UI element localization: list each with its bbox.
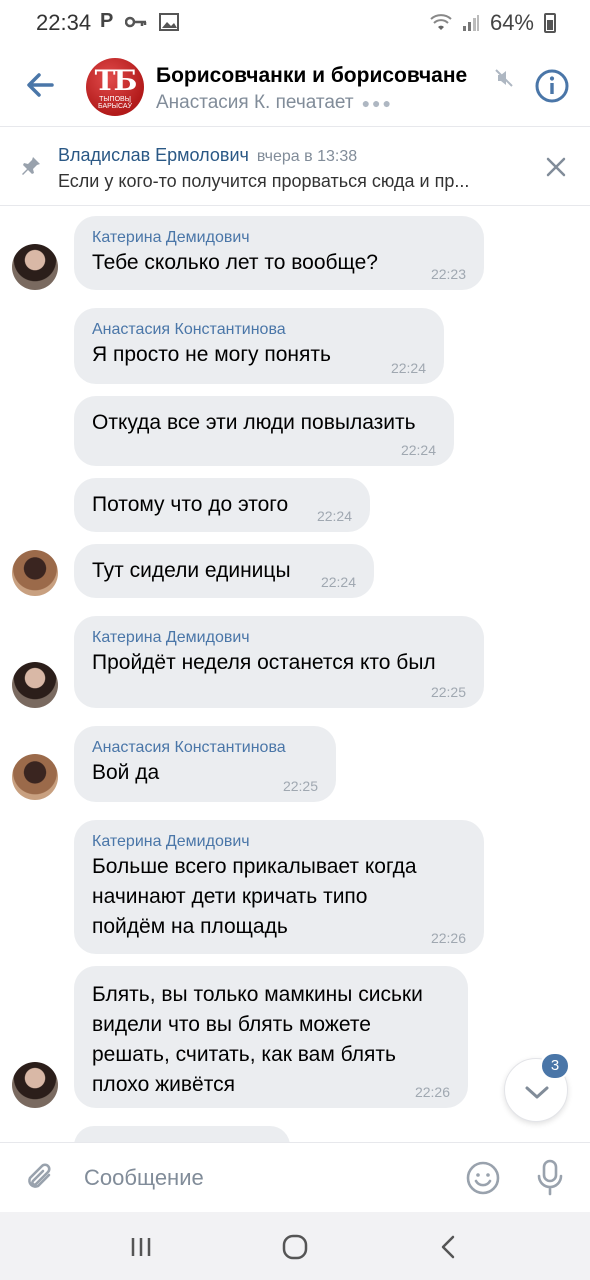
message-bubble[interactable]: Блять, вы только мамкины сиськи видели ч… [74,966,468,1108]
message-text: Пройдёт неделя останется кто был [92,651,436,674]
message-time: 22:24 [390,360,426,376]
wifi-icon [430,14,452,30]
mute-icon [495,69,513,87]
message-time: 22:26 [430,930,466,946]
message-composer [0,1142,590,1212]
message-input[interactable] [82,1157,446,1199]
pin-icon [22,157,40,175]
paperclip-icon[interactable] [22,1159,58,1195]
message-bubble[interactable]: Катерина Демидович Больше всего прикалыв… [74,820,484,954]
pinned-author-name: Владислав Ермолович [58,145,249,165]
status-bar: 22:34 P 64% [0,0,590,48]
message-bubble[interactable]: Откуда все эти люди повылазить 22:24 [74,396,454,466]
notification-icons: P [100,10,180,33]
message-time: 22:24 [316,508,352,524]
pinned-text: Если у кого-то получится прорваться сюда… [58,171,470,191]
android-navigation-bar [0,1212,590,1280]
message-text: Потому что до этого [92,493,289,516]
message-time: 22:24 [320,574,356,590]
message-bubble[interactable]: Тут сидели единицы 22:24 [74,544,374,598]
typing-status: Анастасия К. печатает ●●● [156,92,393,114]
typing-status-text: Анастасия К. печатает [156,92,354,113]
message-time: 22:26 [414,1084,450,1100]
message-text: Откуда все эти люди повылазить [92,411,416,434]
message-sender[interactable]: Анастасия Константинова [92,320,426,340]
status-time: 22:34 [36,10,92,35]
chat-title[interactable]: Борисовчанки и борисовчане [156,64,467,88]
emoji-icon[interactable] [464,1159,502,1197]
message-bubble[interactable]: Потому что до этого 22:24 [74,478,370,532]
message-time: 22:25 [282,778,318,794]
back-arrow-icon[interactable] [22,66,60,104]
key-icon [125,16,147,27]
sender-avatar[interactable] [12,1062,58,1108]
microphone-icon[interactable] [532,1157,568,1197]
message-bubble[interactable]: Анастасия Константинова Я просто не могу… [74,308,444,384]
system-icons: 64% [430,10,556,36]
sender-avatar[interactable] [12,754,58,800]
sender-avatar[interactable] [12,244,58,290]
message-bubble[interactable]: Катерина Демидович Тебе сколько лет то в… [74,216,484,290]
message-sender[interactable]: Катерина Демидович [92,228,466,248]
sender-avatar[interactable] [12,550,58,596]
signal-icon [462,15,479,31]
battery-icon [544,13,556,33]
message-bubble[interactable]: Катерина Демидович Пройдёт неделя остане… [74,616,484,708]
pinned-author: Владислав Ермолович вчера в 13:38 [58,145,357,166]
unread-badge: 3 [540,1052,570,1080]
home-icon[interactable] [278,1230,312,1264]
chat-header: ТБ ТЫПОВЫ БАРЫСАЎ Борисовчанки и борисовч… [0,48,590,126]
message-time: 22:24 [400,442,436,458]
message-text: Блять, вы только мамкины сиськи видели ч… [92,983,423,1096]
message-bubble[interactable]: Анастасия Константинова Вой да 22:25 [74,726,336,802]
chat-avatar[interactable]: ТБ ТЫПОВЫ БАРЫСАЎ [86,58,144,116]
info-icon[interactable] [534,68,570,104]
pinned-time: вчера в 13:38 [256,148,358,165]
sender-avatar[interactable] [12,662,58,708]
image-icon [159,12,180,31]
back-icon[interactable] [432,1230,466,1264]
message-text: Тебе сколько лет то вообще? [92,251,378,274]
message-sender[interactable]: Анастасия Константинова [92,738,318,758]
message-list[interactable]: Катерина Демидович Тебе сколько лет то в… [0,206,590,1142]
close-icon[interactable] [544,155,568,179]
message-sender[interactable]: Катерина Демидович [92,832,466,852]
avatar-logo-subtext: ТЫПОВЫ БАРЫСАЎ [98,96,132,110]
message-time: 22:23 [430,266,466,282]
message-time: 22:25 [430,684,466,700]
battery-percent: 64% [489,10,534,35]
typing-dots-icon: ●●● [361,94,393,111]
recent-apps-icon[interactable] [124,1230,158,1264]
avatar-logo-text: ТБ [94,64,138,97]
message-text: Я просто не могу понять [92,343,331,366]
message-bubble-partial[interactable] [74,1126,290,1142]
pinned-message[interactable]: Владислав Ермолович вчера в 13:38 Если у … [0,126,590,206]
message-text: Больше всего прикалывает когда начинают … [92,855,417,938]
message-sender[interactable]: Катерина Демидович [92,628,466,648]
p-icon: P [100,10,114,32]
message-text: Тут сидели единицы [92,559,291,582]
